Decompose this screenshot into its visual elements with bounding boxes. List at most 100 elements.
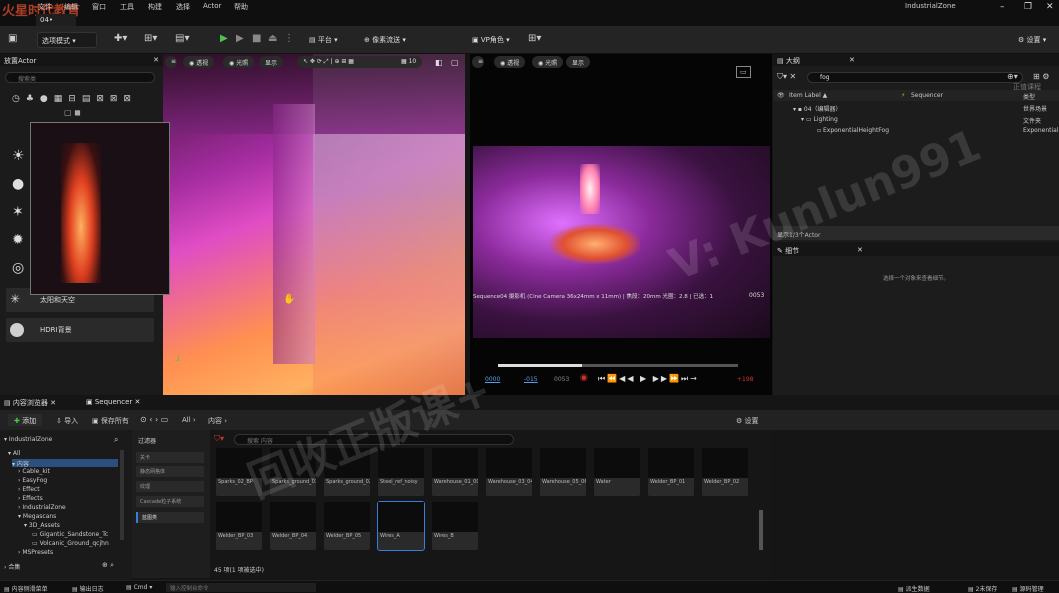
console-input[interactable]: 输入控制台命令: [166, 583, 316, 592]
vp-role-button[interactable]: ▣ VP角色 ▾: [468, 32, 518, 48]
collection-add-icons[interactable]: ⊕ ⌕: [102, 561, 114, 570]
time-current[interactable]: 0053: [554, 376, 569, 383]
outliner-row[interactable]: ▾ ▭ Lighting: [801, 116, 838, 124]
cinematics-icon[interactable]: ▤▾: [175, 33, 189, 44]
tree-item[interactable]: ▾ Megascans: [18, 513, 56, 521]
outliner-search-input[interactable]: fog: [807, 72, 1023, 83]
filter-level[interactable]: 关卡: [136, 452, 204, 463]
content-drawer-button[interactable]: ▤ 内容侧滑菜单: [4, 584, 48, 593]
asset-tile[interactable]: Welder_BP_01: [648, 448, 694, 496]
asset-tile[interactable]: Welder_BP_04: [270, 502, 316, 550]
tab-content-browser[interactable]: ▤ 内容浏览器 ✕: [4, 398, 56, 408]
actor-item-hdri[interactable]: HDRI背景: [6, 318, 154, 342]
tab-sequencer[interactable]: ▣ Sequencer ✕: [86, 398, 140, 406]
breadcrumb-content[interactable]: 内容 ›: [208, 416, 227, 426]
minimize-icon[interactable]: –: [1000, 2, 1005, 12]
tree-item[interactable]: › MSPresets: [18, 549, 53, 557]
step-icon[interactable]: ▶: [236, 33, 244, 44]
asset-tile[interactable]: Wires_A: [377, 501, 425, 551]
asset-tile[interactable]: Warehouse_03_04: [486, 448, 532, 496]
filter-texture[interactable]: 纹理: [136, 481, 204, 492]
settings-button[interactable]: ⚙ 设置 ▾: [1014, 32, 1058, 48]
perspective-button[interactable]: ◉ 透视: [494, 56, 526, 68]
menu-build[interactable]: 构建: [148, 2, 162, 12]
derived-data-button[interactable]: ▤ 派生数据: [898, 584, 930, 593]
tree-search-icon[interactable]: ⌕: [114, 435, 118, 445]
tree-root[interactable]: ▾ IndustrialZone: [4, 436, 52, 444]
outliner-row[interactable]: ▾ ▪ 04（编辑器）: [793, 104, 842, 113]
source-control-button[interactable]: ▤ 源码管理: [1012, 584, 1044, 593]
menu-window[interactable]: 窗口: [92, 2, 106, 12]
outliner-settings-icon[interactable]: ⊞ ⚙: [1033, 72, 1049, 81]
tree-item[interactable]: ▭ Gigantic_Sandstone_Tc: [32, 531, 120, 539]
tree-item[interactable]: › Effects: [18, 495, 43, 503]
outliner-row[interactable]: ▫ ExponentialHeightFog: [817, 127, 889, 135]
grid-snap[interactable]: ▦ 10: [395, 56, 423, 68]
tree-item[interactable]: › Effect: [18, 486, 40, 494]
cmd-dropdown[interactable]: ▤ Cmd ▾: [126, 584, 152, 591]
filter-cascade[interactable]: Cascade粒子系统: [136, 496, 204, 507]
vp-grid-icon[interactable]: ⊞▾: [528, 33, 541, 44]
asset-tile[interactable]: Warehouse_05_06: [540, 448, 586, 496]
transform-tools[interactable]: ↖ ✥ ⟳ ⤢ | ⊕ ⊞ ▦: [297, 56, 403, 68]
save-icon[interactable]: ▣: [8, 33, 17, 44]
asset-tile[interactable]: Water: [594, 448, 640, 496]
filter-static-mesh[interactable]: 静态网格体: [136, 466, 204, 477]
blueprint-icon[interactable]: ⊞▾: [144, 33, 157, 44]
camera-lock-icon[interactable]: ▭: [736, 66, 751, 78]
collections-header[interactable]: › 合集: [4, 562, 20, 571]
playback-controls[interactable]: ⏮⏪◀◀ ▶ ▶▶⏩⏭→: [598, 374, 699, 384]
asset-tile[interactable]: Welder_BP_05: [324, 502, 370, 550]
search-options-icon[interactable]: ⊕▾: [1007, 72, 1018, 81]
time-end[interactable]: +198: [737, 376, 753, 383]
filter-blueprint[interactable]: 蓝图类: [136, 512, 204, 523]
camera-speed-icon[interactable]: ◧: [435, 58, 443, 67]
menu-actor[interactable]: Actor: [203, 2, 221, 10]
pixel-streaming-button[interactable]: ⊕ 像素流送 ▾: [360, 32, 418, 48]
time-start[interactable]: 0000: [485, 376, 500, 383]
tree-item[interactable]: ▭ Volcanic_Ground_qcjhn: [32, 540, 120, 548]
close-icon[interactable]: ✕: [1046, 2, 1054, 12]
cb-settings-button[interactable]: ⚙ 设置: [736, 416, 759, 426]
unsaved-button[interactable]: ▤ 2未保存: [968, 584, 997, 593]
tree-item[interactable]: ▾ 3D_Assets: [24, 522, 60, 530]
category-icons[interactable]: ◷♣●▦⊟▤⊠⊠⊠: [12, 94, 137, 104]
save-all-button[interactable]: ▣ 保存所有: [92, 416, 129, 426]
add-actor-icon[interactable]: ✚▾: [114, 33, 127, 44]
breadcrumb-all[interactable]: All ›: [182, 416, 196, 424]
asset-tile[interactable]: Welder_BP_03: [216, 502, 262, 550]
viewport-menu-icon[interactable]: ≡: [165, 56, 177, 68]
filter-dropdown-icon[interactable]: ⛉▾: [214, 434, 224, 444]
menu-select[interactable]: 选择: [176, 2, 190, 12]
menu-file[interactable]: 文件: [38, 2, 52, 12]
asset-tile[interactable]: Warehouse_01_00: [432, 448, 478, 496]
platform-button[interactable]: ▤ 平台 ▾: [305, 32, 349, 48]
menu-help[interactable]: 帮助: [234, 2, 248, 12]
maximize-viewport-icon[interactable]: ▢: [451, 58, 459, 67]
filter-icon[interactable]: ⛉▾ ✕: [777, 72, 796, 82]
asset-tile[interactable]: Welder_BP_02: [702, 448, 748, 496]
add-button[interactable]: ✚ 添加: [8, 414, 43, 426]
record-icon[interactable]: ◉: [580, 373, 588, 383]
tree-item[interactable]: › Cable_kit: [18, 468, 50, 476]
mode-select[interactable]: 选项模式 ▾: [37, 32, 97, 48]
lit-button[interactable]: ◉ 光照: [532, 56, 564, 68]
history-nav-icons[interactable]: ⊙ ‹ › ▭: [140, 415, 168, 424]
col-type[interactable]: 类型: [1023, 92, 1035, 101]
show-button[interactable]: 显示: [259, 56, 284, 68]
lit-button[interactable]: ◉ 光照: [223, 56, 255, 68]
asset-tile[interactable]: Wires_B: [432, 502, 478, 550]
col-sequencer[interactable]: Sequencer: [911, 92, 943, 99]
level-tab[interactable]: 04•: [36, 14, 76, 26]
search-input[interactable]: 搜索类: [5, 72, 155, 83]
perspective-button[interactable]: ◉ 透视: [183, 56, 215, 68]
time-offset[interactable]: -015: [524, 376, 538, 383]
import-button[interactable]: ⇩ 导入: [56, 416, 78, 426]
category-extra-icons[interactable]: ▢ ◼: [64, 108, 81, 117]
eject-icon[interactable]: ⏏: [268, 33, 277, 44]
tree-item[interactable]: ▾ All: [8, 450, 20, 458]
menu-edit[interactable]: 编辑: [64, 2, 78, 12]
show-button[interactable]: 显示: [566, 56, 591, 68]
main-viewport[interactable]: ≡ ◉ 透视 ◉ 光照 显示 ↖ ✥ ⟳ ⤢ | ⊕ ⊞ ▦ ▦ 10 ◧ ▢ …: [163, 54, 465, 395]
play-icon[interactable]: ▶: [220, 33, 228, 44]
